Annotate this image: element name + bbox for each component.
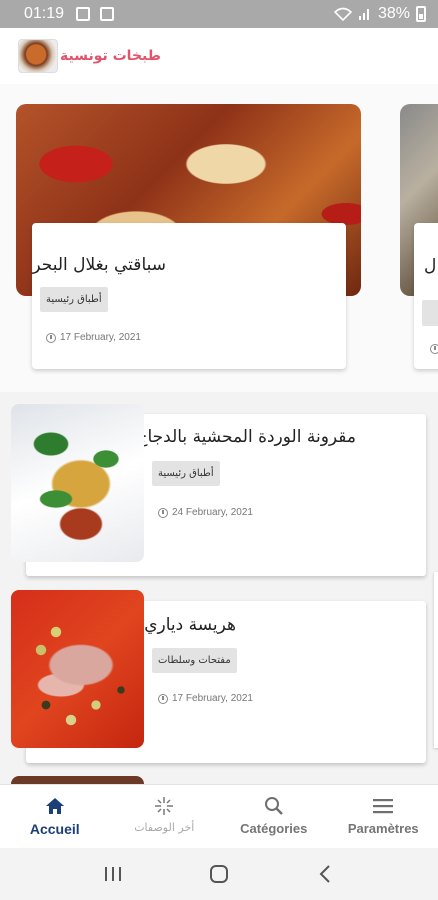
recipe-image-partial[interactable] <box>11 776 144 784</box>
scroll-edge-card <box>434 572 438 748</box>
clock-icon <box>46 332 56 343</box>
menu-icon <box>373 799 394 814</box>
clock-icon <box>158 693 168 704</box>
signal-icon <box>358 9 369 20</box>
featured-card-body[interactable]: سباقتي بغلال البحر أطباق رئيسية 17 Febru… <box>32 223 346 369</box>
home-icon <box>45 798 64 814</box>
nav-home[interactable]: Accueil <box>0 785 110 848</box>
recipe-title: هريسة دياري <box>144 615 236 635</box>
app-title: طبخات تونسية <box>60 48 161 64</box>
clock-icon <box>430 344 438 354</box>
nav-home-label: Accueil <box>29 821 80 837</box>
recipe-image[interactable] <box>11 404 144 562</box>
home-circle-icon <box>210 865 228 883</box>
nav-settings[interactable]: Paramètres <box>329 785 438 848</box>
category-tag-next[interactable] <box>422 300 438 326</box>
nav-categories-label: Catégories <box>240 821 308 836</box>
recipe-date: 24 February, 2021 <box>158 507 253 518</box>
system-navigation-bar <box>0 848 438 900</box>
recipe-date: 17 February, 2021 <box>46 332 141 343</box>
header-divider <box>0 84 438 92</box>
back-chevron-icon <box>319 865 330 883</box>
bottom-navigation: Accueil أخر الوصفات Catégories Paramètre… <box>0 784 438 848</box>
recipe-title: مقرونة الوردة المحشية بالدجاج <box>136 427 356 447</box>
battery-icon <box>416 6 426 22</box>
back-button[interactable] <box>305 854 345 894</box>
search-icon <box>264 797 283 815</box>
sparkle-icon <box>155 797 174 815</box>
recent-apps-button[interactable] <box>93 854 133 894</box>
nav-categories[interactable]: Catégories <box>219 785 329 848</box>
app-header: طبخات تونسية <box>0 28 438 84</box>
category-tag[interactable]: مفتحات وسلطات <box>152 648 237 673</box>
recipe-date: 17 February, 2021 <box>158 693 253 704</box>
battery-percent: 38% <box>377 5 410 22</box>
app-logo-icon <box>18 39 58 73</box>
date-text: 17 February, 2021 <box>172 693 253 704</box>
featured-recipe-title-next: ل <box>424 256 437 276</box>
featured-carousel[interactable]: سباقتي بغلال البحر أطباق رئيسية 17 Febru… <box>0 92 438 392</box>
date-text: 24 February, 2021 <box>172 507 253 518</box>
clock-icon <box>158 507 168 518</box>
recipe-list[interactable]: مقرونة الوردة المحشية بالدجاج أطباق رئيس… <box>0 392 438 784</box>
nav-settings-label: Paramètres <box>347 821 419 836</box>
category-tag[interactable]: أطباق رئيسية <box>40 287 108 312</box>
wifi-icon <box>333 7 352 21</box>
featured-card-body-next[interactable]: ل <box>414 223 438 369</box>
home-button[interactable] <box>199 854 239 894</box>
status-bar: 01:19 38% <box>0 0 438 28</box>
featured-recipe-title: سباقتي بغلال البحر <box>32 255 166 275</box>
nav-latest[interactable]: أخر الوصفات <box>110 785 220 848</box>
recipe-image[interactable] <box>11 590 144 748</box>
photo-notification-icon <box>100 7 115 21</box>
category-tag[interactable]: أطباق رئيسية <box>152 461 220 486</box>
status-right: 38% <box>333 5 426 23</box>
date-text: 17 February, 2021 <box>60 332 141 343</box>
image-notification-icon <box>76 7 91 21</box>
nav-latest-label: أخر الوصفات <box>134 821 195 834</box>
status-time: 01:19 <box>24 5 65 22</box>
recent-apps-icon <box>105 867 121 881</box>
